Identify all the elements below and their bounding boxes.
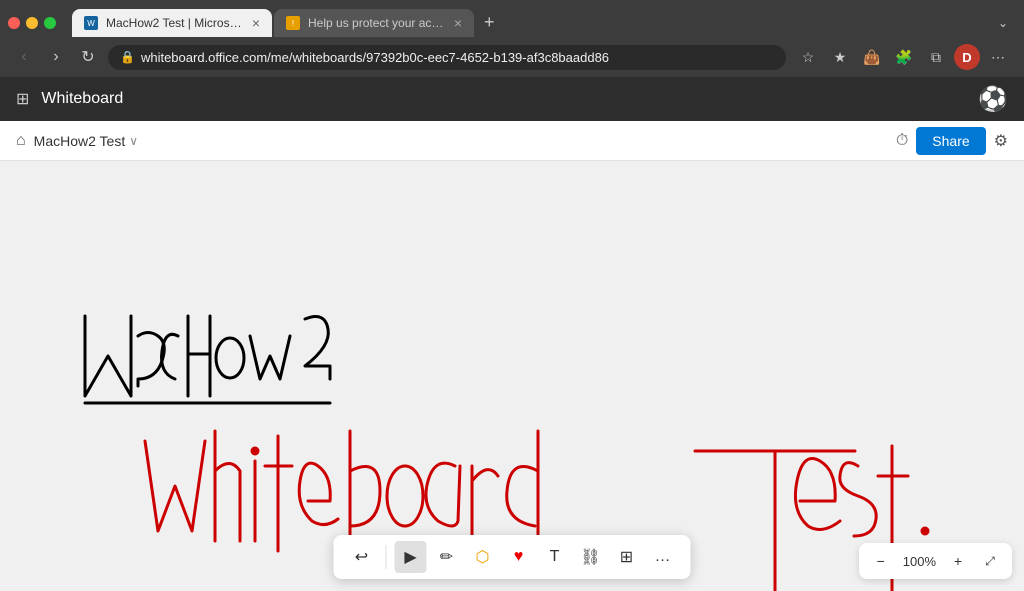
refresh-button[interactable]: ↻ <box>76 45 100 69</box>
menu-button[interactable]: ⋯ <box>984 43 1012 71</box>
text-tool-button[interactable]: T <box>539 541 571 573</box>
header-actions: ⏱ Share ⚙ <box>896 127 1008 155</box>
apps-grid-icon[interactable]: ⊞ <box>16 89 29 109</box>
favorites-button[interactable]: ★ <box>826 43 854 71</box>
close-button[interactable] <box>8 17 20 29</box>
zoom-controls: − 100% + ⤢ <box>859 543 1012 579</box>
whiteboard-canvas[interactable]: ↩ ▶ ✏ ⬡ ♥ T ⛓ ⊞ … − 100% + ⤢ <box>0 161 1024 591</box>
zoom-in-button[interactable]: + <box>944 547 972 575</box>
tab-close-help[interactable]: × <box>454 15 462 31</box>
tab-close-machow2[interactable]: × <box>252 15 260 31</box>
address-bar: ‹ › ↻ 🔒 whiteboard.office.com/me/whitebo… <box>0 37 1024 77</box>
chevron-down-icon: ∨ <box>129 134 138 148</box>
more-tools-button[interactable]: … <box>647 541 679 573</box>
tab-list: W MacHow2 Test | Microsoft Wh... × ! Hel… <box>72 8 503 37</box>
link-tool-button[interactable]: ⛓ <box>575 541 607 573</box>
traffic-lights <box>8 17 56 29</box>
undo-button[interactable]: ↩ <box>346 541 378 573</box>
pointer-tool-button[interactable]: ▶ <box>395 541 427 573</box>
zoom-fit-button[interactable]: ⤢ <box>976 547 1004 575</box>
tab-machow2[interactable]: W MacHow2 Test | Microsoft Wh... × <box>72 9 272 37</box>
url-input[interactable]: 🔒 whiteboard.office.com/me/whiteboards/9… <box>108 45 786 70</box>
extensions-button[interactable]: 🧩 <box>890 43 918 71</box>
forward-button[interactable]: › <box>44 45 68 69</box>
shape-tool-button[interactable]: ⬡ <box>467 541 499 573</box>
share-button[interactable]: Share <box>916 127 985 155</box>
pen-tool-button[interactable]: ✏ <box>431 541 463 573</box>
breadcrumb-text: MacHow2 Test <box>34 133 126 149</box>
profile-button[interactable]: D <box>954 44 980 70</box>
table-tool-button[interactable]: ⊞ <box>611 541 643 573</box>
new-tab-button[interactable]: + <box>476 8 503 37</box>
tab-title-help: Help us protect your account <box>308 16 446 30</box>
home-icon[interactable]: ⌂ <box>16 132 26 150</box>
secondary-header: ⌂ MacHow2 Test ∨ ⏱ Share ⚙ <box>0 121 1024 161</box>
zoom-out-button[interactable]: − <box>867 547 895 575</box>
lock-icon: 🔒 <box>120 50 135 64</box>
whiteboard-drawing <box>0 161 1024 591</box>
app-header: ⊞ Whiteboard ⚽ <box>0 77 1024 121</box>
app-title: Whiteboard <box>41 90 123 108</box>
toolbar-divider-1 <box>386 545 387 569</box>
wallet-button[interactable]: 👜 <box>858 43 886 71</box>
reaction-tool-button[interactable]: ♥ <box>503 541 535 573</box>
minimize-button[interactable] <box>26 17 38 29</box>
tab-favicon-help: ! <box>286 16 300 30</box>
tab-help[interactable]: ! Help us protect your account × <box>274 9 474 37</box>
back-button[interactable]: ‹ <box>12 45 36 69</box>
url-text: whiteboard.office.com/me/whiteboards/973… <box>141 50 609 65</box>
tab-more-button[interactable]: ⌄ <box>990 12 1016 34</box>
settings-button[interactable]: ⚙ <box>994 131 1008 151</box>
history-button[interactable]: ⏱ <box>896 132 908 150</box>
tab-title-machow2: MacHow2 Test | Microsoft Wh... <box>106 16 244 30</box>
browser-actions: ☆ ★ 👜 🧩 ⧉ D ⋯ <box>794 43 1012 71</box>
breadcrumb: MacHow2 Test ∨ <box>34 133 138 149</box>
bottom-toolbar: ↩ ▶ ✏ ⬡ ♥ T ⛓ ⊞ … <box>334 535 691 579</box>
split-button[interactable]: ⧉ <box>922 43 950 71</box>
zoom-level: 100% <box>899 554 940 569</box>
bookmark-button[interactable]: ☆ <box>794 43 822 71</box>
tab-favicon-machow2: W <box>84 16 98 30</box>
maximize-button[interactable] <box>44 17 56 29</box>
app-logo: ⚽ <box>978 85 1008 114</box>
